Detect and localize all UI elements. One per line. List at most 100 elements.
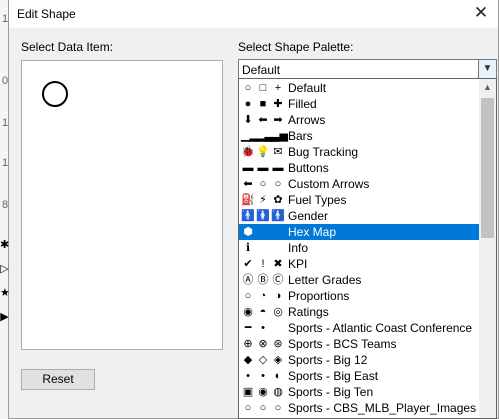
palette-preview-icons: ◆ ◇ ◈ bbox=[241, 352, 287, 368]
palette-option-label: Custom Arrows bbox=[288, 177, 370, 191]
palette-shape-icon: ◇ bbox=[258, 354, 268, 366]
palette-preview-icons: ⬢ bbox=[241, 224, 287, 240]
palette-preview-icons: ⬇ ⬅ ➡ bbox=[241, 112, 287, 128]
chevron-down-icon[interactable]: ▼ bbox=[478, 60, 496, 78]
palette-shape-icon: ⬇ bbox=[243, 114, 253, 126]
palette-option[interactable]: ◆ ◇ ◈ Sports - Big 12 bbox=[239, 352, 480, 368]
palette-option[interactable]: ⬅ ○ ○ Custom Arrows bbox=[239, 176, 480, 192]
palette-shape-icon: 🐞 bbox=[241, 146, 255, 158]
background-shape-icon: ▶ bbox=[0, 311, 9, 323]
palette-shape-icon: Ⓒ bbox=[272, 274, 284, 286]
palette-option[interactable]: ◉ ◓ ◎ Ratings bbox=[239, 304, 480, 320]
palette-option-label: Proportions bbox=[288, 289, 350, 303]
palette-option-label: Info bbox=[288, 241, 309, 255]
palette-option-label: Sports - Big Ten bbox=[288, 385, 374, 399]
palette-option[interactable]: ▣ ◉ ◍ Sports - Big Ten bbox=[239, 384, 480, 400]
palette-preview-icons: ⛽ ⚡ ✿ bbox=[241, 192, 287, 208]
palette-option-label: Sports - Big 12 bbox=[288, 353, 368, 367]
palette-dropdown-list[interactable]: ○ □ + Default ● ■ ✚ Filled ⬇ ⬅ ➡ Arrows ▁▂ ▂▃ ▃▅ Bars 🐞 💡… bbox=[238, 78, 497, 419]
title-bar: Edit Shape ✕ bbox=[9, 0, 498, 28]
palette-shape-icon: Ⓐ bbox=[242, 274, 254, 286]
palette-shape-icon: ▁▂ bbox=[241, 130, 258, 142]
background-shape-icon: ✱ bbox=[0, 239, 10, 251]
palette-option[interactable]: 🐞 💡 ✉ Bug Tracking bbox=[239, 144, 480, 160]
background-row-number: 1 bbox=[1, 13, 9, 25]
palette-option[interactable]: 🚹 🚺 🚹 Gender bbox=[239, 208, 480, 224]
palette-shape-icon: ━ bbox=[244, 322, 252, 334]
palette-shape-icon: ◐ bbox=[274, 370, 282, 382]
palette-option[interactable]: ▁▂ ▂▃ ▃▅ Bars bbox=[239, 128, 480, 144]
palette-shape-icon: ◎ bbox=[273, 306, 283, 318]
palette-shape-icon: ◍ bbox=[273, 386, 283, 398]
scroll-thumb[interactable] bbox=[481, 98, 494, 238]
palette-shape-icon: ◈ bbox=[273, 354, 283, 366]
palette-option[interactable]: ○ ○ ○ Sports - CBS_MLB_Player_Images bbox=[239, 400, 480, 416]
palette-shape-icon: ■ bbox=[259, 98, 267, 110]
palette-option-label: Letter Grades bbox=[288, 273, 362, 287]
palette-shape-icon bbox=[271, 320, 285, 336]
palette-shape-icon: ◓ bbox=[259, 306, 267, 318]
palette-shape-icon: ▣ bbox=[242, 386, 254, 398]
palette-preview-icons: ⬅ ○ ○ bbox=[241, 176, 287, 192]
palette-option-label: Filled bbox=[288, 97, 317, 111]
palette-shape-icon: ➡ bbox=[273, 114, 283, 126]
palette-option-label: Gender bbox=[288, 209, 329, 223]
palette-preview-icons: ⊕ ⊗ ⊛ bbox=[241, 336, 287, 352]
palette-preview-icons: ▬ ▬ ▬ bbox=[241, 160, 287, 176]
palette-option[interactable]: ▬ ▬ ▬ Buttons bbox=[239, 160, 480, 176]
palette-option[interactable]: ⬢ Hex Map bbox=[239, 224, 480, 240]
palette-option[interactable]: ━ • Sports - Atlantic Coast Conference bbox=[239, 320, 480, 336]
palette-option[interactable]: ⊕ ⊗ ⊛ Sports - BCS Teams bbox=[239, 336, 480, 352]
palette-preview-icons: ℹ bbox=[241, 240, 287, 256]
select-data-item-label: Select Data Item: bbox=[21, 40, 114, 54]
palette-shape-icon: • bbox=[261, 370, 265, 382]
palette-option[interactable]: ● ■ ✚ Filled bbox=[239, 96, 480, 112]
palette-option[interactable]: ⛽ ⚡ ✿ Fuel Types bbox=[239, 192, 480, 208]
palette-option-label: Bug Tracking bbox=[288, 145, 359, 159]
palette-option-label: Default bbox=[288, 81, 327, 95]
palette-preview-icons: • • ◐ bbox=[241, 368, 287, 384]
palette-shape-icon bbox=[256, 240, 270, 256]
palette-shape-icon: 🚺 bbox=[256, 210, 270, 222]
palette-shape-icon: + bbox=[274, 82, 282, 94]
palette-shape-icon: ◉ bbox=[258, 386, 268, 398]
palette-option-label: Sports - BCS Teams bbox=[288, 337, 397, 351]
palette-preview-icons: ✔! ✖ bbox=[241, 256, 287, 272]
palette-shape-icon: ⊗ bbox=[258, 338, 268, 350]
palette-option[interactable]: ○ □ + Default bbox=[239, 80, 480, 96]
palette-option-label: Sports - Atlantic Coast Conference bbox=[288, 321, 473, 335]
palette-shape-icon bbox=[271, 224, 285, 240]
palette-preview-icons: ● ■ ✚ bbox=[241, 96, 287, 112]
palette-preview-icons: ▣ ◉ ◍ bbox=[241, 384, 287, 400]
palette-shape-icon: ◆ bbox=[243, 354, 253, 366]
palette-option[interactable]: ✔! ✖ KPI bbox=[239, 256, 480, 272]
palette-shape-icon: ! bbox=[261, 258, 265, 270]
edit-shape-dialog: Edit Shape ✕ Select Data Item: Select Sh… bbox=[8, 0, 499, 419]
palette-option[interactable]: ○ ◔ ◑ Proportions bbox=[239, 288, 480, 304]
palette-preview-icons: ◉ ◓ ◎ bbox=[241, 304, 287, 320]
palette-shape-icon: ▬ bbox=[242, 162, 254, 174]
palette-option[interactable]: • • ◐ Sports - Big East bbox=[239, 368, 480, 384]
palette-shape-icon: ○ bbox=[274, 178, 282, 190]
select-shape-palette-label: Select Shape Palette: bbox=[238, 40, 354, 54]
palette-option-label: Bars bbox=[288, 129, 313, 143]
palette-option[interactable]: ⬇ ⬅ ➡ Arrows bbox=[239, 112, 480, 128]
palette-option-label: Buttons bbox=[288, 161, 329, 175]
dropdown-scrollbar[interactable]: ▲ bbox=[479, 79, 496, 418]
palette-option[interactable]: Ⓐ Ⓑ Ⓒ Letter Grades bbox=[239, 272, 480, 288]
palette-shape-icon: ○ bbox=[244, 402, 252, 414]
data-item-circle-shape[interactable] bbox=[42, 81, 68, 107]
palette-option[interactable]: ℹ Info bbox=[239, 240, 480, 256]
close-icon[interactable]: ✕ bbox=[464, 0, 498, 28]
palette-shape-icon: ◉ bbox=[243, 306, 253, 318]
palette-option-label: Hex Map bbox=[288, 225, 337, 239]
palette-preview-icons: ━ • bbox=[241, 320, 287, 336]
shape-palette-select[interactable]: Default ▼ bbox=[238, 59, 497, 79]
scroll-up-icon[interactable]: ▲ bbox=[479, 79, 496, 96]
background-shape-icon: ▷ bbox=[0, 263, 9, 275]
reset-button[interactable]: Reset bbox=[21, 369, 95, 390]
data-item-list[interactable] bbox=[21, 60, 223, 350]
palette-shape-icon: ✚ bbox=[273, 98, 283, 110]
palette-preview-icons: 🐞 💡 ✉ bbox=[241, 144, 287, 160]
palette-shape-icon: ✉ bbox=[273, 146, 283, 158]
